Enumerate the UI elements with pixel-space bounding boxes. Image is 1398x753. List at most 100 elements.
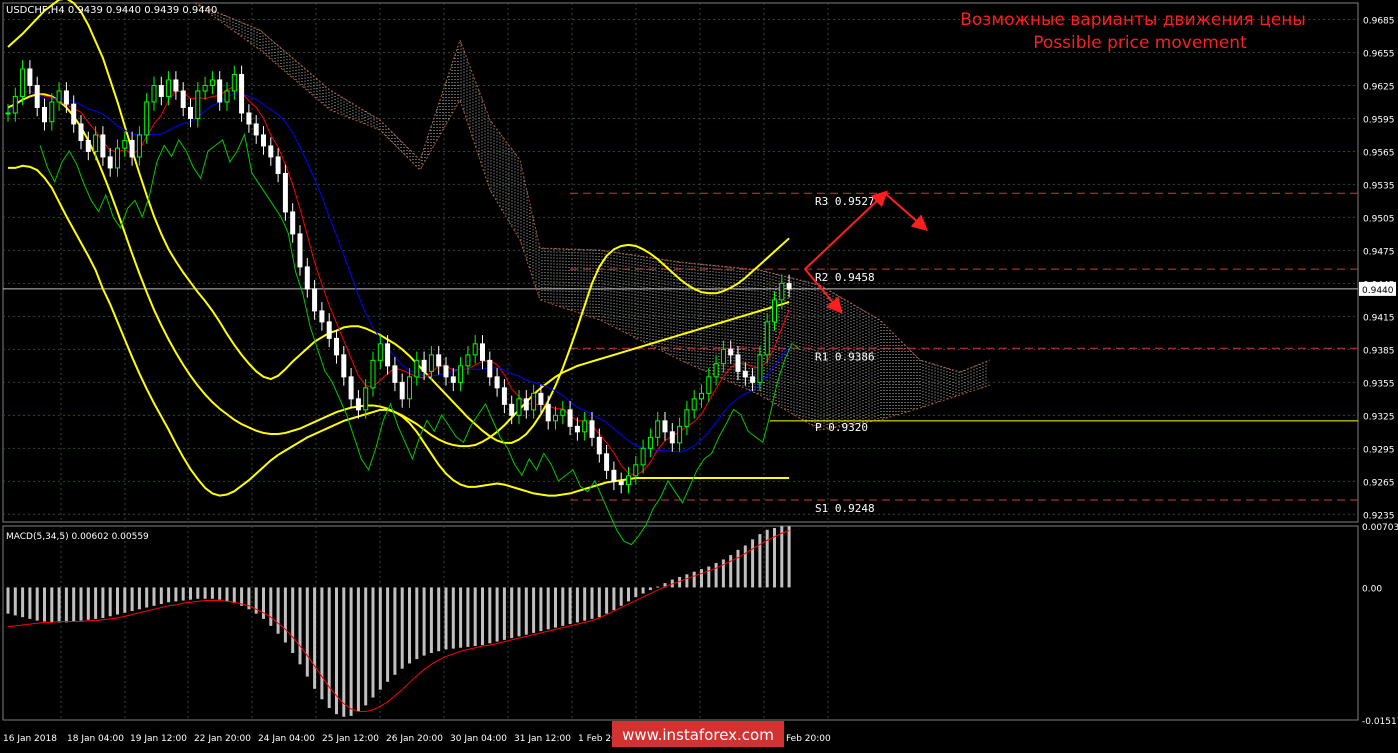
- time-tick-label: Feb 20:00: [786, 734, 831, 744]
- macd-histogram-bar: [269, 587, 272, 625]
- macd-histogram-bar: [58, 587, 61, 622]
- candle-body: [568, 410, 572, 426]
- candle-body: [57, 91, 61, 102]
- candle-body: [64, 91, 68, 104]
- candle-body: [714, 364, 718, 377]
- macd-panel-border: [3, 526, 1358, 720]
- candle-body: [605, 454, 609, 470]
- candle-body: [327, 322, 331, 338]
- macd-histogram-bar: [357, 587, 360, 711]
- candle-body: [773, 300, 777, 322]
- candle-body: [137, 135, 141, 157]
- macd-histogram-bar: [262, 587, 265, 618]
- candle-body: [707, 377, 711, 393]
- candle-body: [641, 448, 645, 464]
- macd-histogram-bar: [729, 555, 732, 587]
- candle-body: [313, 289, 317, 311]
- price-tick-label: 0.9505: [1363, 214, 1395, 224]
- macd-histogram-bar: [569, 587, 572, 624]
- price-tick-label: 0.9295: [1363, 445, 1395, 455]
- macd-histogram-bar: [123, 587, 126, 612]
- candle-body: [320, 311, 324, 322]
- price-tick-label: 0.9385: [1363, 346, 1395, 356]
- candle-body: [670, 432, 674, 443]
- candle-body: [415, 360, 419, 376]
- macd-tick-label: 0.00: [1362, 584, 1382, 594]
- macd-histogram-bar: [65, 587, 68, 622]
- time-tick-label: 24 Jan 04:00: [258, 734, 315, 744]
- macd-histogram-bar: [328, 587, 331, 708]
- candle-body: [765, 322, 769, 355]
- candle-body: [145, 102, 149, 135]
- macd-histogram-bar: [167, 587, 170, 602]
- candle-body: [692, 399, 696, 410]
- forecast-arrows: [805, 193, 925, 311]
- candle-body: [101, 135, 105, 157]
- candle-body: [130, 140, 134, 156]
- candle-body: [685, 410, 689, 426]
- macd-histogram-bar: [291, 587, 294, 653]
- pivot-label: R3 0.9527: [815, 195, 875, 208]
- macd-histogram-bar: [583, 587, 586, 620]
- macd-histogram-bar: [43, 587, 46, 621]
- macd-histogram-bar: [780, 526, 783, 587]
- candle-body: [116, 148, 120, 168]
- candle-body: [210, 80, 214, 85]
- candle-body: [444, 366, 448, 377]
- macd-histogram-bar: [182, 587, 185, 600]
- macd-histogram-bar: [598, 587, 601, 617]
- candle-body: [291, 212, 295, 234]
- candle-body: [510, 404, 514, 415]
- candle-body: [736, 355, 740, 371]
- candle-body: [656, 421, 660, 437]
- macd-histogram-bar: [277, 587, 280, 633]
- candle-body: [349, 377, 353, 399]
- price-tick-label: 0.9265: [1363, 478, 1395, 488]
- candle-body: [305, 267, 309, 289]
- macd-histogram-bar: [342, 587, 345, 716]
- macd-histogram-bar: [21, 587, 24, 617]
- senkou-span-b: [195, 3, 990, 430]
- price-tick-label: 0.9565: [1363, 148, 1395, 158]
- brand-text[interactable]: www.instaforex.com: [622, 726, 774, 744]
- candle-body: [429, 355, 433, 371]
- candle-body: [262, 135, 266, 146]
- candle-body: [189, 107, 193, 118]
- macd-histogram-bar: [547, 587, 550, 629]
- price-tick-label: 0.9325: [1363, 412, 1395, 422]
- macd-histogram-bar: [715, 563, 718, 587]
- candle-body: [619, 481, 623, 484]
- candle-body: [473, 344, 477, 355]
- macd-histogram-bar: [204, 587, 207, 598]
- candle-body: [700, 393, 704, 398]
- macd-histogram-bar: [707, 566, 710, 587]
- candle-body: [159, 85, 163, 96]
- candle-body: [758, 355, 762, 382]
- macd-histogram-bar: [510, 587, 513, 638]
- candle-body: [28, 69, 32, 85]
- macd-histogram-bar: [320, 587, 323, 699]
- macd-panel: 0.007030.00-0.01517: [7, 523, 1398, 727]
- macd-histogram-bar: [160, 587, 163, 604]
- macd-histogram-bar: [474, 587, 477, 646]
- time-tick-label: 31 Jan 12:00: [514, 734, 571, 744]
- macd-histogram-bar: [423, 587, 426, 655]
- macd-histogram-bar: [284, 587, 287, 642]
- macd-histogram-bar: [430, 587, 433, 653]
- price-tick-label: 0.9685: [1363, 16, 1395, 26]
- candle-body: [751, 377, 755, 382]
- candle-body: [247, 113, 251, 124]
- candle-body: [356, 399, 360, 410]
- macd-histogram-bar: [415, 587, 418, 659]
- macd-histogram-bar: [591, 587, 594, 618]
- macd-histogram-bar: [459, 587, 462, 647]
- candle-body: [283, 173, 287, 211]
- candle-body: [532, 393, 536, 409]
- candle-body: [590, 421, 594, 437]
- trading-chart: R3 0.9527R2 0.9458R1 0.9386P 0.9320S1 0.…: [0, 0, 1398, 749]
- candle-body: [72, 104, 76, 124]
- candle-body: [459, 366, 463, 382]
- macd-histogram-bar: [605, 587, 608, 613]
- candle-body: [787, 283, 791, 288]
- time-tick-label: 18 Jan 04:00: [67, 734, 124, 744]
